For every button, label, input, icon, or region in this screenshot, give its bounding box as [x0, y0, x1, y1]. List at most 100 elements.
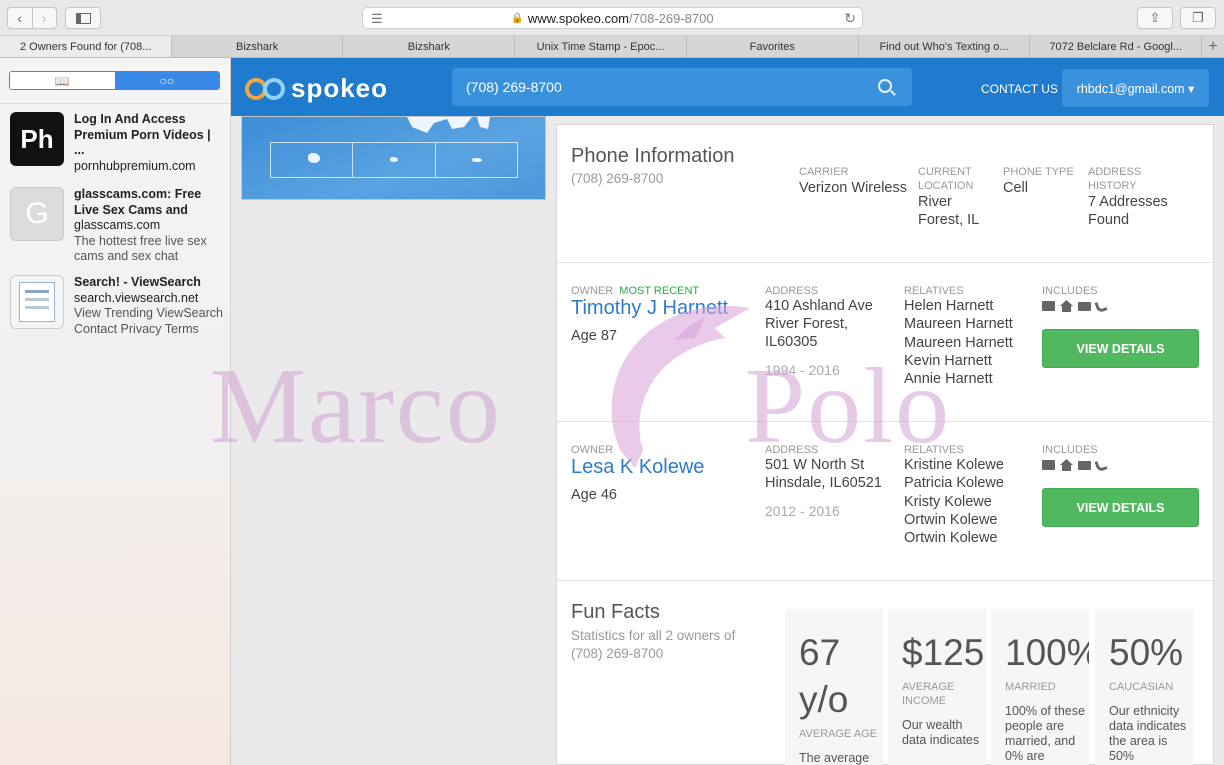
- item-description: The hottest free live sex cams and sex c…: [74, 233, 207, 264]
- relative-name: Helen Harnett: [904, 298, 994, 314]
- item-domain: glasscams.com: [74, 218, 161, 232]
- fact-value: 50%: [1109, 632, 1184, 673]
- sidebar-toggle-button[interactable]: [65, 7, 101, 29]
- view-details-button[interactable]: VIEW DETAILS: [1042, 488, 1199, 527]
- relatives-list: Helen Harnett Maureen Harnett Maureen Ha…: [904, 297, 1013, 388]
- reading-list-tab[interactable]: ○○: [114, 72, 219, 89]
- relative-name: Kristy Kolewe: [904, 493, 992, 510]
- owner-name-link[interactable]: Timothy J Harnett: [571, 297, 728, 320]
- logo-rings-icon: [245, 76, 289, 102]
- address-bar[interactable]: ☰ 🔒 www.spokeo.com/708-269-8700 ↻: [362, 7, 863, 29]
- url-host: www.spokeo.com: [527, 10, 630, 26]
- fun-facts-title: Fun Facts: [571, 601, 660, 623]
- address-dates: 2012 - 2016: [765, 503, 840, 519]
- most-recent-badge: MOST RECENT: [619, 285, 700, 297]
- item-domain: pornhubpremium.com: [74, 158, 196, 173]
- address-history-label: ADDRESS HISTORY: [1088, 166, 1142, 192]
- new-tab-button[interactable]: +: [1202, 36, 1224, 57]
- fact-value: $125k: [902, 632, 986, 673]
- relatives-list: Kristine Kolewe Patricia Kolewe Kristy K…: [904, 456, 1004, 547]
- search-value: (708) 269-8700: [466, 79, 562, 95]
- tab-bar: 2 Owners Found for (708... Bizshark Bizs…: [0, 36, 1224, 58]
- fact-card-age: 67 y/o AVERAGE AGE The average: [785, 609, 883, 765]
- tab[interactable]: Unix Time Stamp - Epoc...: [515, 36, 687, 57]
- book-icon: 📖: [54, 73, 70, 88]
- mail-icon: [1078, 460, 1091, 470]
- spokeo-logo[interactable]: spokeo: [245, 73, 388, 104]
- owner-card: OWNER Lesa K Kolewe Age 46 ADDRESS 501 W…: [557, 422, 1213, 581]
- nav-buttons: ‹ ›: [7, 7, 57, 29]
- relatives-label: RELATIVES: [904, 285, 964, 297]
- sidebar-icon: [75, 12, 91, 24]
- fact-card-married: 100% MARRIED 100% of these people are ma…: [991, 609, 1089, 765]
- owner-name-link[interactable]: Lesa K Kolewe: [571, 456, 704, 479]
- fact-label: AVERAGE INCOME: [902, 681, 955, 707]
- phone-information-section: Phone Information (708) 269-8700 CARRIER…: [557, 125, 1213, 263]
- location-map[interactable]: [241, 116, 546, 200]
- id-card-icon: [1042, 301, 1055, 311]
- item-domain: search.viewsearch.net: [74, 290, 199, 305]
- address-dates: 1994 - 2016: [765, 362, 840, 378]
- fact-description: The average: [799, 751, 870, 765]
- relative-name: Ortwin Kolewe: [904, 511, 998, 528]
- reading-list-item[interactable]: Search! - ViewSearch search.viewsearch.n…: [10, 275, 225, 345]
- tabs-overview-button[interactable]: ❐: [1180, 7, 1216, 29]
- contact-us-link[interactable]: CONTACT US: [981, 82, 1058, 96]
- url-path: /708-269-8700: [629, 10, 714, 26]
- address-label: ADDRESS: [765, 285, 819, 297]
- tab[interactable]: 7072 Belclare Rd - Googl...: [1030, 36, 1203, 57]
- tab[interactable]: Find out Who's Texting o...: [859, 36, 1031, 57]
- home-icon: [1060, 459, 1073, 471]
- search-icon[interactable]: [878, 79, 892, 93]
- id-card-icon: [1042, 460, 1055, 470]
- bookmarks-tab[interactable]: 📖: [10, 72, 115, 89]
- phone-search-input[interactable]: (708) 269-8700: [452, 68, 912, 106]
- phone-type-value: Cell: [1003, 180, 1028, 196]
- browser-toolbar: ‹ › ☰ 🔒 www.spokeo.com/708-269-8700 ↻ ⇪ …: [0, 0, 1224, 36]
- relative-name: Kevin Harnett: [904, 352, 992, 369]
- reader-icon[interactable]: ☰: [371, 11, 383, 27]
- item-title: Log In And Access Premium Porn Videos | …: [74, 112, 211, 157]
- reading-list-sidebar: 📖 ○○ Ph Log In And Access Premium Porn V…: [0, 58, 231, 765]
- tabs-icon: ❐: [1192, 10, 1204, 25]
- home-icon: [1060, 300, 1073, 312]
- glasses-icon: ○○: [159, 73, 175, 88]
- reading-list-item[interactable]: G glasscams.com: Free Live Sex Cams and …: [10, 187, 225, 267]
- page-thumbnail-icon: [10, 275, 64, 329]
- tab[interactable]: Bizshark: [172, 36, 344, 57]
- owner-age: Age 87: [571, 328, 617, 344]
- address-label: ADDRESS: [765, 444, 819, 456]
- fact-description: 100% of these people are married, and 0%…: [1005, 704, 1085, 763]
- phone-icon: [1094, 299, 1108, 313]
- phone-type-label: PHONE TYPE: [1003, 166, 1074, 178]
- share-button[interactable]: ⇪: [1137, 7, 1173, 29]
- owner-age: Age 46: [571, 487, 617, 503]
- fun-facts-subtitle: Statistics for all 2 owners of (708) 269…: [571, 628, 736, 661]
- map-landmass: [372, 117, 490, 133]
- relatives-label: RELATIVES: [904, 444, 964, 456]
- fact-description: Our ethnicity data indicates the area is…: [1109, 704, 1187, 763]
- relative-name: Kristine Kolewe: [904, 457, 1004, 473]
- item-title: Search! - ViewSearch: [74, 275, 201, 289]
- letter-g-icon: G: [10, 187, 64, 241]
- item-title: glasscams.com: Free Live Sex Cams and Ad…: [74, 187, 202, 217]
- reading-list-item[interactable]: Ph Log In And Access Premium Porn Videos…: [10, 112, 225, 173]
- tab[interactable]: Bizshark: [343, 36, 516, 57]
- item-description: View Trending ViewSearch Contact Privacy…: [74, 306, 223, 336]
- reload-icon[interactable]: ↻: [844, 10, 856, 27]
- results-panel: Phone Information (708) 269-8700 CARRIER…: [556, 124, 1214, 765]
- includes-icons: [1042, 458, 1108, 472]
- phone-number: (708) 269-8700: [571, 171, 664, 186]
- relative-name: Patricia Kolewe: [904, 475, 1004, 492]
- back-icon[interactable]: ‹: [8, 8, 32, 28]
- pornhub-icon: Ph: [10, 112, 64, 166]
- account-menu-button[interactable]: rhbdc1@gmail.com ▾: [1062, 69, 1209, 107]
- view-details-button[interactable]: VIEW DETAILS: [1042, 329, 1199, 368]
- forward-icon[interactable]: ›: [31, 8, 57, 28]
- divider: [0, 103, 230, 104]
- relative-name: Annie Harnett: [904, 371, 993, 388]
- tab[interactable]: Favorites: [687, 36, 859, 57]
- tab-active[interactable]: 2 Owners Found for (708...: [0, 36, 172, 57]
- fact-value: 100%: [1005, 632, 1089, 673]
- address-history-value[interactable]: 7 Addresses Found: [1088, 193, 1178, 229]
